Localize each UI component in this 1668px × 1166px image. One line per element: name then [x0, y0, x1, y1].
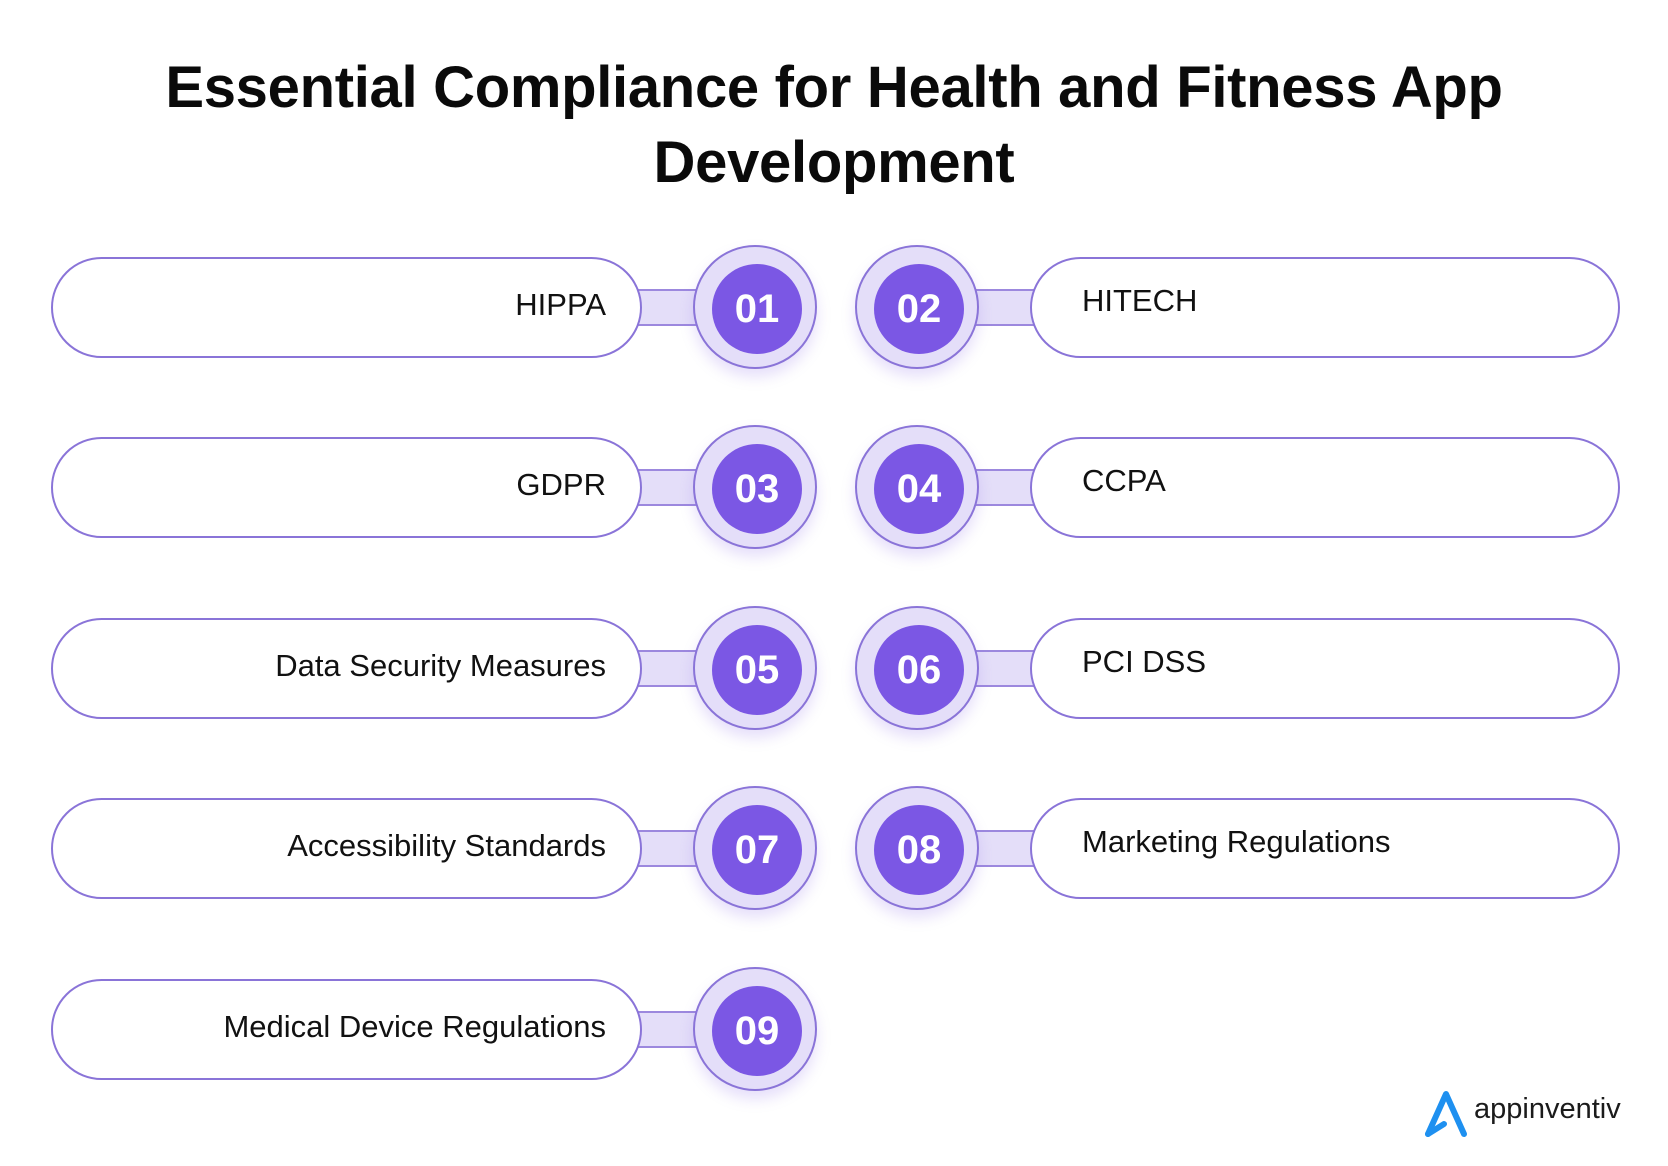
number-01: 01 [712, 264, 802, 354]
number-badge-07: 07 [693, 786, 817, 910]
number-badge-04: 04 [855, 425, 979, 549]
number-badge-09: 09 [693, 967, 817, 1091]
number-badge-06: 06 [855, 606, 979, 730]
item-label-07: Accessibility Standards [287, 828, 606, 863]
title-line-2: Development [653, 130, 1015, 195]
number-07: 07 [712, 805, 802, 895]
item-label-01: HIPPA [515, 287, 606, 322]
row-4: Accessibility Standards 07 Marketing Reg… [0, 786, 1668, 910]
number-badge-03: 03 [693, 425, 817, 549]
logo-text: appinventiv [1474, 1092, 1621, 1125]
appinventiv-logo: appinventiv [1422, 1088, 1621, 1138]
number-03: 03 [712, 444, 802, 534]
number-badge-01: 01 [693, 245, 817, 369]
number-02: 02 [874, 264, 964, 354]
number-badge-05: 05 [693, 606, 817, 730]
item-label-06: PCI DSS [1082, 644, 1207, 679]
number-badge-02: 02 [855, 245, 979, 369]
item-label-02: HITECH [1082, 283, 1198, 318]
row-5: Medical Device Regulations 09 [0, 967, 1668, 1091]
page-title: Essential Compliance for Health and Fitn… [0, 50, 1668, 200]
item-label-08: Marketing Regulations [1082, 824, 1391, 859]
number-06: 06 [874, 625, 964, 715]
row-1: HIPPA 01 HITECH 02 [0, 245, 1668, 369]
item-label-03: GDPR [516, 467, 606, 502]
item-label-05: Data Security Measures [275, 648, 606, 683]
number-badge-08: 08 [855, 786, 979, 910]
title-line-1: Essential Compliance for Health and Fitn… [165, 55, 1503, 120]
number-08: 08 [874, 805, 964, 895]
number-05: 05 [712, 625, 802, 715]
number-09: 09 [712, 986, 802, 1076]
item-label-09: Medical Device Regulations [223, 1009, 606, 1044]
item-label-04: CCPA [1082, 463, 1166, 498]
row-3: Data Security Measures 05 PCI DSS 06 [0, 606, 1668, 730]
number-04: 04 [874, 444, 964, 534]
row-2: GDPR 03 CCPA 04 [0, 425, 1668, 549]
appinventiv-a-logo-icon [1425, 1091, 1467, 1137]
